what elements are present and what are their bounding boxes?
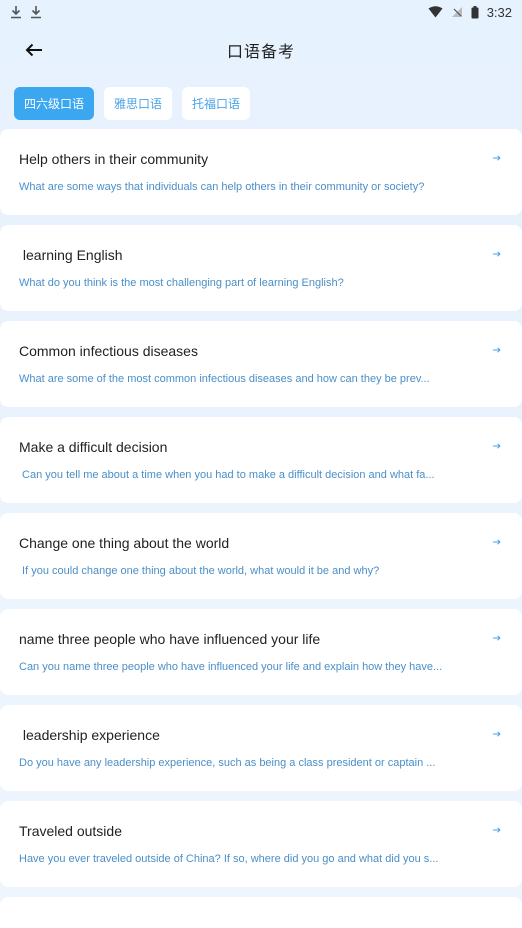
topic-card[interactable]: Traveled outside Have you ever traveled … <box>0 801 522 887</box>
topic-question: What are some ways that individuals can … <box>19 181 425 193</box>
back-button[interactable] <box>22 38 46 62</box>
arrow-right-icon <box>492 825 502 835</box>
topic-question: What are some of the most common infecti… <box>19 373 430 385</box>
topic-question: Can you name three people who have influ… <box>19 661 443 673</box>
topic-title: leadership experience <box>19 727 160 743</box>
topic-card[interactable]: name three people who have influenced yo… <box>0 609 522 695</box>
topic-card[interactable] <box>0 897 522 928</box>
topic-card[interactable]: Make a difficult decision Can you tell m… <box>0 417 522 503</box>
arrow-right-icon <box>492 441 502 451</box>
app-bar: 口语备考 <box>0 28 522 72</box>
page-title: 口语备考 <box>226 44 295 61</box>
topic-list: Help others in their community What are … <box>0 129 522 928</box>
download-icon <box>31 6 41 19</box>
tab-cet-speaking[interactable]: 四六级口语 <box>14 87 95 120</box>
topic-title: Make a difficult decision <box>19 439 168 455</box>
topic-question: Can you tell me about a time when you ha… <box>19 469 435 481</box>
topic-question: Do you have any leadership experience, s… <box>19 757 436 769</box>
arrow-right-icon <box>492 153 502 163</box>
status-bar: 3:32 <box>0 0 522 24</box>
tab-toefl-speaking[interactable]: 托福口语 <box>182 87 251 120</box>
arrow-right-icon <box>492 249 502 259</box>
topic-title: Help others in their community <box>19 151 209 167</box>
topic-card[interactable]: learning English What do you think is th… <box>0 225 522 311</box>
topic-card[interactable]: Change one thing about the world If you … <box>0 513 522 599</box>
topic-title: Traveled outside <box>19 823 122 839</box>
signal-off-icon <box>451 7 462 17</box>
topic-card[interactable]: Help others in their community What are … <box>0 129 522 215</box>
topic-title: Common infectious diseases <box>19 343 198 359</box>
category-tabs: 四六级口语 雅思口语 托福口语 <box>14 87 251 120</box>
arrow-right-icon <box>492 633 502 643</box>
topic-question: Have you ever traveled outside of China?… <box>19 853 439 865</box>
status-time: 3:32 <box>486 4 512 20</box>
topic-card[interactable]: Common infectious diseases What are some… <box>0 321 522 407</box>
arrow-left-icon <box>25 43 42 57</box>
topic-card[interactable]: leadership experience Do you have any le… <box>0 705 522 791</box>
arrow-right-icon <box>492 537 502 547</box>
topic-title: learning English <box>19 247 123 263</box>
arrow-right-icon <box>492 729 502 739</box>
notification-icons <box>10 5 42 19</box>
wifi-icon <box>428 6 443 18</box>
arrow-right-icon <box>492 345 502 355</box>
topic-question: If you could change one thing about the … <box>19 565 380 577</box>
download-icon <box>11 6 21 19</box>
tab-ielts-speaking[interactable]: 雅思口语 <box>104 87 173 120</box>
topic-question: What do you think is the most challengin… <box>19 277 344 289</box>
system-icons: 3:32 <box>428 5 512 20</box>
topic-title: Change one thing about the world <box>19 535 230 551</box>
battery-icon <box>471 5 479 18</box>
topic-title: name three people who have influenced yo… <box>19 631 321 647</box>
